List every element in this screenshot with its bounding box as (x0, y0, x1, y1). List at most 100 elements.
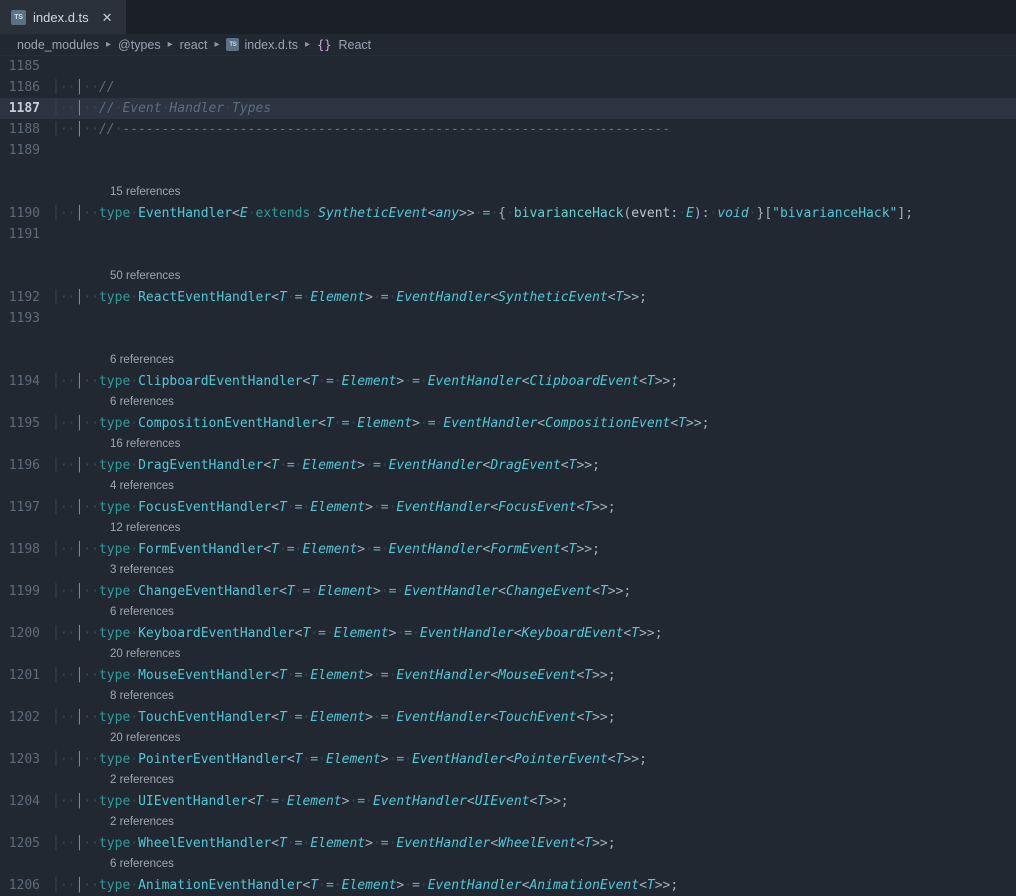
code-line[interactable]: 1201 │··│··type·MouseEventHandler<T·=·Ele… (0, 665, 1016, 686)
type-reference[interactable]: KeyboardEvent (522, 626, 624, 641)
code-content[interactable]: │··│··//·-------------------------------… (52, 119, 1016, 140)
code-line[interactable]: 1186 │··│··// (0, 77, 1016, 98)
code-content[interactable]: │··│··type·AnimationEventHandler<T·=·Ele… (52, 875, 1016, 896)
code-line[interactable]: 1206 │··│··type·AnimationEventHandler<T·=… (0, 875, 1016, 896)
type-reference[interactable]: EventHandler (412, 752, 506, 767)
code-line[interactable]: 1203 │··│··type·PointerEventHandler<T·=·E… (0, 749, 1016, 770)
code-line[interactable]: 1193 (0, 308, 1016, 329)
type-name[interactable]: CompositionEventHandler (138, 416, 318, 431)
code-content[interactable]: │··│··type·MouseEventHandler<T·=·Element… (52, 665, 1016, 686)
code-content[interactable]: │··│··type·ClipboardEventHandler<T·=·Ele… (52, 371, 1016, 392)
type-reference[interactable]: EventHandler (373, 794, 467, 809)
type-reference[interactable]: PointerEvent (514, 752, 608, 767)
type-name[interactable]: ReactEventHandler (138, 290, 271, 305)
codelens-references[interactable]: 4 references (0, 476, 1016, 497)
code-line[interactable]: 1195 │··│··type·CompositionEventHandler<T… (0, 413, 1016, 434)
codelens-references[interactable]: 8 references (0, 686, 1016, 707)
line-number[interactable]: 1201 (0, 665, 52, 686)
breadcrumb-item-node-modules[interactable]: node_modules (15, 38, 101, 52)
code-line[interactable]: 1200 │··│··type·KeyboardEventHandler<T·=·… (0, 623, 1016, 644)
codelens-references[interactable]: 15 references (0, 182, 1016, 203)
type-name[interactable]: PointerEventHandler (138, 752, 287, 767)
tab-index-d-ts[interactable]: TS index.d.ts ✕ (0, 0, 126, 34)
type-reference[interactable]: WheelEvent (498, 836, 576, 851)
type-name[interactable]: FocusEventHandler (138, 500, 271, 515)
line-number[interactable]: 1196 (0, 455, 52, 476)
code-line[interactable]: 1202 │··│··type·TouchEventHandler<T·=·Ele… (0, 707, 1016, 728)
codelens-references[interactable]: 2 references (0, 770, 1016, 791)
line-number[interactable]: 1192 (0, 287, 52, 308)
type-name[interactable]: WheelEventHandler (138, 836, 271, 851)
codelens-references[interactable]: 6 references (0, 854, 1016, 875)
codelens-references[interactable]: 3 references (0, 560, 1016, 581)
line-number[interactable]: 1189 (0, 140, 52, 161)
codelens-references[interactable]: 2 references (0, 812, 1016, 833)
code-content[interactable]: │··│··type·ReactEventHandler<T·=·Element… (52, 287, 1016, 308)
line-number[interactable]: 1202 (0, 707, 52, 728)
code-line[interactable]: 1191 (0, 224, 1016, 245)
codelens-references[interactable]: 6 references (0, 602, 1016, 623)
close-icon[interactable]: ✕ (99, 9, 116, 26)
code-line[interactable]: 1185 (0, 56, 1016, 77)
codelens-references[interactable]: 12 references (0, 518, 1016, 539)
type-reference[interactable]: ClipboardEvent (529, 374, 639, 389)
type-name[interactable]: TouchEventHandler (138, 710, 271, 725)
code-content[interactable]: │··│··// (52, 77, 1016, 98)
type-name[interactable]: EventHandler (138, 206, 232, 221)
type-name[interactable]: MouseEventHandler (138, 668, 271, 683)
line-number[interactable]: 1186 (0, 77, 52, 98)
type-name[interactable]: KeyboardEventHandler (138, 626, 295, 641)
breadcrumb-item-react[interactable]: react (178, 38, 210, 52)
breadcrumb-item-index-d-ts[interactable]: TS index.d.ts (224, 38, 300, 52)
code-content[interactable]: │··│··type·FocusEventHandler<T·=·Element… (52, 497, 1016, 518)
line-number[interactable]: 1185 (0, 56, 52, 77)
type-reference[interactable]: EventHandler (428, 878, 522, 893)
line-number[interactable]: 1187 (0, 98, 52, 119)
type-reference[interactable]: ChangeEvent (506, 584, 592, 599)
code-line[interactable]: 1187 │··│··//·Event·Handler·Types (0, 98, 1016, 119)
code-content[interactable]: │··│··type·PointerEventHandler<T·=·Eleme… (52, 749, 1016, 770)
type-reference[interactable]: DragEvent (490, 458, 560, 473)
type-reference[interactable]: EventHandler (428, 374, 522, 389)
code-line[interactable]: 1198 │··│··type·FormEventHandler<T·=·Elem… (0, 539, 1016, 560)
line-number[interactable]: 1197 (0, 497, 52, 518)
type-reference[interactable]: EventHandler (389, 458, 483, 473)
code-content[interactable]: │··│··type·CompositionEventHandler<T·=·E… (52, 413, 1016, 434)
line-number[interactable]: 1193 (0, 308, 52, 329)
type-reference[interactable]: SyntheticEvent (498, 290, 608, 305)
line-number[interactable]: 1204 (0, 791, 52, 812)
type-reference[interactable]: AnimationEvent (529, 878, 639, 893)
type-name[interactable]: UIEventHandler (138, 794, 248, 809)
type-name[interactable]: AnimationEventHandler (138, 878, 302, 893)
type-reference[interactable]: UIEvent (475, 794, 530, 809)
code-content[interactable]: │··│··type·DragEventHandler<T·=·Element>… (52, 455, 1016, 476)
code-line[interactable]: 1196 │··│··type·DragEventHandler<T·=·Elem… (0, 455, 1016, 476)
codelens-references[interactable]: 20 references (0, 728, 1016, 749)
type-name[interactable]: DragEventHandler (138, 458, 263, 473)
code-line[interactable]: 1192 │··│··type·ReactEventHandler<T·=·Ele… (0, 287, 1016, 308)
code-line[interactable]: 1205 │··│··type·WheelEventHandler<T·=·Ele… (0, 833, 1016, 854)
type-reference[interactable]: EventHandler (396, 836, 490, 851)
code-line[interactable]: 1194 │··│··type·ClipboardEventHandler<T·=… (0, 371, 1016, 392)
type-reference[interactable]: CompositionEvent (545, 416, 670, 431)
type-reference[interactable]: FocusEvent (498, 500, 576, 515)
code-line[interactable]: 1189 (0, 140, 1016, 161)
codelens-references[interactable]: 50 references (0, 266, 1016, 287)
code-content[interactable]: │··│··type·WheelEventHandler<T·=·Element… (52, 833, 1016, 854)
type-reference[interactable]: EventHandler (389, 542, 483, 557)
line-number[interactable]: 1203 (0, 749, 52, 770)
code-content[interactable]: │··│··//·Event·Handler·Types (52, 98, 1016, 119)
line-number[interactable]: 1198 (0, 539, 52, 560)
code-line[interactable]: 1197 │··│··type·FocusEventHandler<T·=·Ele… (0, 497, 1016, 518)
breadcrumb-item-react-symbol[interactable]: {} React (315, 38, 373, 52)
codelens-references[interactable]: 6 references (0, 350, 1016, 371)
function-name[interactable]: bivarianceHack (514, 206, 624, 221)
code-content[interactable]: │··│··type·FormEventHandler<T·=·Element>… (52, 539, 1016, 560)
type-reference[interactable]: EventHandler (396, 710, 490, 725)
type-reference[interactable]: EventHandler (443, 416, 537, 431)
line-number[interactable]: 1195 (0, 413, 52, 434)
type-reference[interactable]: EventHandler (396, 290, 490, 305)
code-line[interactable]: 1204 │··│··type·UIEventHandler<T·=·Elemen… (0, 791, 1016, 812)
breadcrumb-item-types[interactable]: @types (116, 38, 163, 52)
line-number[interactable]: 1205 (0, 833, 52, 854)
